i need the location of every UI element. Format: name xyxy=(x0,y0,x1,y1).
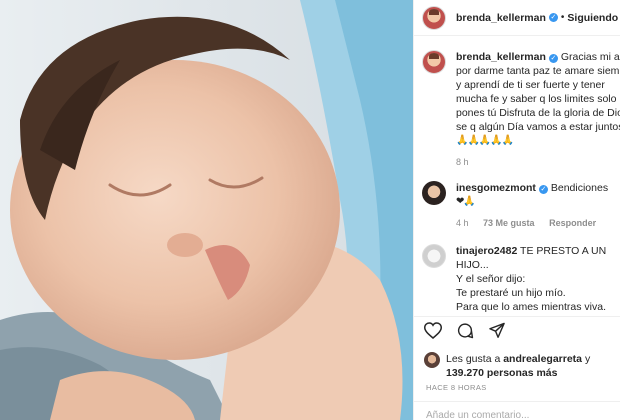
caption-line: por darme tanta paz te amare siempre xyxy=(456,65,620,77)
separator-dot: • xyxy=(560,12,565,23)
verified-icon: ✓ xyxy=(548,54,558,63)
post-image[interactable] xyxy=(0,0,413,420)
share-icon[interactable] xyxy=(488,322,506,339)
caption-username[interactable]: brenda_kellerman xyxy=(456,51,546,63)
divider xyxy=(414,401,620,402)
divider xyxy=(414,316,620,317)
post-timestamp: HACE 8 HORAS xyxy=(426,383,487,392)
caption-line: Gracias mi amor xyxy=(560,51,620,63)
reply-button[interactable]: Responder xyxy=(549,218,596,228)
commenter-avatar[interactable] xyxy=(422,181,446,205)
verified-icon: ✓ xyxy=(548,13,558,22)
comment-meta: 4 h 73 Me gusta Responder xyxy=(456,216,608,230)
comment-line: TE PRESTO A UN xyxy=(520,245,607,257)
caption-avatar[interactable] xyxy=(422,50,446,74)
comment-icon[interactable] xyxy=(456,322,474,339)
comment-line: Para que lo ames mientras viva. xyxy=(456,301,606,313)
comment-likes[interactable]: 73 Me gusta xyxy=(483,218,535,228)
following-button[interactable]: Siguiendo xyxy=(567,12,618,24)
post-side-panel: brenda_kellerman ✓ • Siguiendo brenda_ke… xyxy=(413,0,620,420)
comment-text: Bendiciones xyxy=(550,182,609,194)
comment-line: Y el señor dijo: xyxy=(456,273,526,285)
post-header: brenda_kellerman ✓ • Siguiendo xyxy=(414,0,620,36)
comment-emojis: ❤🙏 xyxy=(456,196,476,207)
caption-line: se q algún Día vamos a estar juntos xyxy=(456,121,620,133)
likes-prefix: Les gusta a xyxy=(446,353,501,365)
caption-emojis: 🙏🙏🙏🙏🙏 xyxy=(456,135,514,146)
comment-age[interactable]: 4 h xyxy=(456,218,469,228)
comments-list: brenda_kellerman✓ Gracias mi amor por da… xyxy=(414,50,620,314)
likes-summary: Les gusta a andrealegarreta y 139.270 pe… xyxy=(424,352,590,380)
verified-icon: ✓ xyxy=(538,185,548,194)
liker-username[interactable]: andrealegarreta xyxy=(503,353,582,365)
caption-line: y aprendí de ti ser fuerte y tener xyxy=(456,79,605,91)
action-bar xyxy=(424,322,506,339)
liker-avatar[interactable] xyxy=(424,352,440,368)
add-comment-input[interactable]: Añade un comentario... xyxy=(426,410,529,420)
heart-icon[interactable] xyxy=(424,322,442,339)
author-avatar[interactable] xyxy=(422,5,446,30)
commenter-username[interactable]: inesgomezmont xyxy=(456,182,536,194)
commenter-username[interactable]: tinajero2482 xyxy=(456,245,517,257)
comment-line: HIJO... xyxy=(456,259,489,271)
author-username[interactable]: brenda_kellerman xyxy=(456,12,546,24)
comment-line: Te prestaré un hijo mío. xyxy=(456,287,566,299)
caption: brenda_kellerman✓ Gracias mi amor por da… xyxy=(414,50,620,169)
caption-line: pones tú Disfruta de la gloria de Dios xyxy=(456,107,620,119)
comment-meta: 8 h xyxy=(456,155,620,169)
comment-item: tinajero2482 TE PRESTO A UN HIJO... Y el… xyxy=(414,244,620,314)
likes-count[interactable]: 139.270 personas más xyxy=(446,367,558,379)
caption-line: mucha fe y saber q los limites solo xyxy=(456,93,617,105)
commenter-avatar[interactable] xyxy=(422,244,446,268)
caption-age[interactable]: 8 h xyxy=(456,157,469,167)
comment-item: inesgomezmont ✓ Bendiciones ❤🙏 4 h 73 Me … xyxy=(414,181,620,230)
likes-conjunction: y xyxy=(584,353,591,365)
